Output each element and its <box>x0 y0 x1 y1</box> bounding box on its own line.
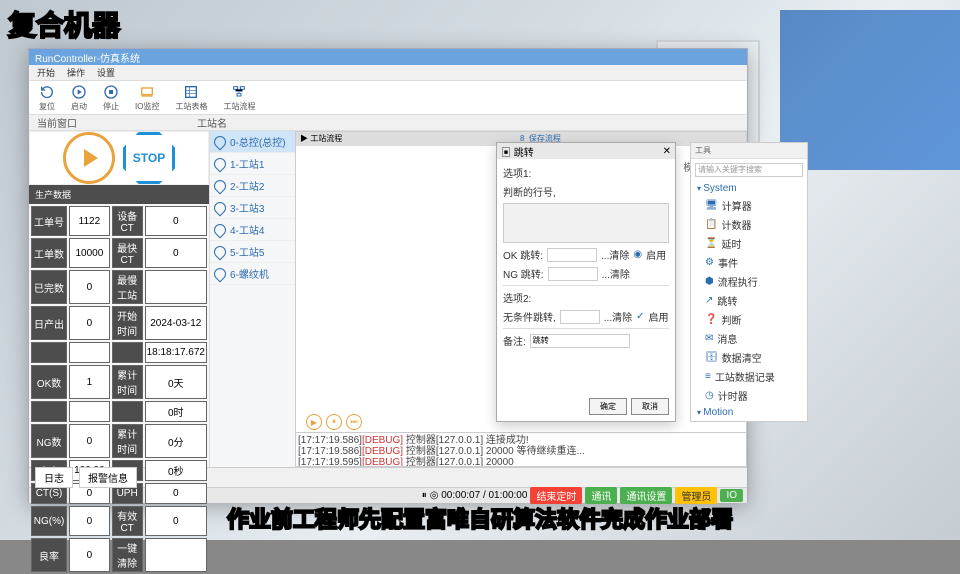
palette-item[interactable]: 📋计数器 <box>691 215 807 234</box>
palette-group-system[interactable]: ▾ System <box>691 181 807 196</box>
palette-item[interactable]: 🗄数据清空 <box>691 348 807 367</box>
tb-stop[interactable]: 停止 <box>99 82 123 114</box>
pin-icon <box>212 177 229 194</box>
palette-item[interactable]: ↗跳转 <box>691 291 807 310</box>
pin-icon <box>212 199 229 216</box>
station-item[interactable]: 5-工站5 <box>210 241 295 263</box>
palette-item[interactable]: ≡工站数据记录 <box>691 367 807 386</box>
palette-group-motion[interactable]: ▾ Motion <box>691 405 807 420</box>
palette-item[interactable]: 🖥计算器 <box>691 196 807 215</box>
ng-clear[interactable]: ...清除 <box>602 266 630 281</box>
stats-header: 生产数据 <box>29 185 209 204</box>
stats-table: 工单号1122设备CT0工单数10000最快CT0已完数0最慢工站日产出0开始时… <box>29 204 209 574</box>
station-item[interactable]: 2-工站2 <box>210 175 295 197</box>
station-item[interactable]: 3-工站3 <box>210 197 295 219</box>
timer2-icon: ◷ <box>705 390 714 401</box>
palette-item[interactable]: ◷计时器 <box>691 386 807 405</box>
station-list: 0-总控(总控)1-工站12-工站23-工站34-工站45-工站56-螺纹机 <box>209 131 295 467</box>
station-item[interactable]: 0-总控(总控) <box>210 131 295 153</box>
palette-search[interactable]: 请输入关键字搜索 <box>695 163 803 177</box>
video-title-overlay: 复合机器 <box>8 4 120 44</box>
palette-item[interactable]: ⬢流程执行 <box>691 272 807 291</box>
station-item[interactable]: 1-工站1 <box>210 153 295 175</box>
palette-item[interactable]: ✉消息 <box>691 329 807 348</box>
menu-start[interactable]: 开始 <box>37 66 55 79</box>
uncond-clear[interactable]: ...清除 <box>604 309 632 324</box>
play-button[interactable] <box>63 132 115 184</box>
exec-icon: ⬢ <box>705 276 714 287</box>
event-icon: ⚙ <box>705 257 714 268</box>
pin-icon <box>212 265 229 282</box>
tool-palette: 工具 请输入关键字搜索 ▾ System 🖥计算器📋计数器⏳延时⚙事件⬢流程执行… <box>690 142 808 422</box>
note-input[interactable] <box>530 334 630 348</box>
jump-dialog: ▣ 跳转✕ 选项1: 判断的行号, OK 跳转:...清除◉ 启用 NG 跳转:… <box>496 142 676 422</box>
dialog-rows-input[interactable] <box>503 203 669 243</box>
station-item[interactable]: 6-螺纹机 <box>210 263 295 285</box>
pin-icon <box>212 155 229 172</box>
ng-jump-input[interactable] <box>548 267 598 281</box>
tb-io-monitor[interactable]: IO监控 <box>131 82 163 114</box>
pin-icon <box>212 133 229 150</box>
bottom-tabs: 日志 报警信息 <box>29 467 747 487</box>
video-subtitle-overlay: 作业前工程师先配置富唯自研算法软件完成作业部署 <box>227 502 733 534</box>
ok-jump-input[interactable] <box>547 248 597 262</box>
status-time: ◎ 00:00:07 / 01:00:00 <box>430 490 528 501</box>
chip-io[interactable]: IO <box>720 489 743 502</box>
stop-button[interactable]: STOP <box>123 132 175 184</box>
menu-operate[interactable]: 操作 <box>67 66 85 79</box>
dialog-cancel-button[interactable]: 取消 <box>631 398 669 415</box>
dialog-title: ▣ 跳转 <box>501 144 534 159</box>
palette-header: 工具 <box>691 143 807 159</box>
uncond-input[interactable] <box>560 310 600 324</box>
flow-step-icon[interactable]: ⏭ <box>346 414 362 430</box>
sub-toolbar: 当前窗口 工站名 <box>29 115 747 131</box>
palette-item[interactable]: ⚙事件 <box>691 253 807 272</box>
pause-icon[interactable]: ⏸ <box>422 490 427 501</box>
flow-pause-icon[interactable]: ⏸ <box>326 414 342 430</box>
tb-station-flow[interactable]: 工站流程 <box>219 82 259 114</box>
msg-icon: ✉ <box>705 333 713 344</box>
toolbar: 复位 启动 停止 IO监控 工站表格 工站流程 <box>29 81 747 115</box>
pin-icon <box>212 221 229 238</box>
station-item[interactable]: 4-工站4 <box>210 219 295 241</box>
dialog-close-icon[interactable]: ✕ <box>663 146 671 157</box>
jump-icon: ↗ <box>705 295 713 306</box>
tab-log[interactable]: 日志 <box>35 467 73 488</box>
record-icon: ≡ <box>705 371 711 382</box>
flow-play-icon[interactable]: ▶ <box>306 414 322 430</box>
counter-icon: 📋 <box>705 219 717 230</box>
pin-icon <box>212 243 229 260</box>
judge-icon: ❓ <box>705 314 717 325</box>
dialog-confirm-button[interactable]: 确定 <box>589 398 627 415</box>
menu-settings[interactable]: 设置 <box>97 66 115 79</box>
data-icon: 🗄 <box>705 352 718 363</box>
ok-clear[interactable]: ...清除 <box>601 247 629 262</box>
palette-item[interactable]: ⏳延时 <box>691 234 807 253</box>
timer-icon: ⏳ <box>705 238 717 249</box>
tb-reset[interactable]: 复位 <box>35 82 59 114</box>
calc-icon: 🖥 <box>705 200 718 211</box>
log-panel: [17:17:19.586][DEBUG] 控制器[127.0.0.1] 连接成… <box>296 432 746 466</box>
palette-item[interactable]: ❓判断 <box>691 310 807 329</box>
window-titlebar[interactable]: RunController-仿真系统 <box>29 49 747 65</box>
tb-start[interactable]: 启动 <box>67 82 91 114</box>
tab-alarm[interactable]: 报警信息 <box>79 467 137 488</box>
app-window: RunController-仿真系统 开始 操作 设置 复位 启动 停止 IO监… <box>28 48 748 503</box>
menubar: 开始 操作 设置 <box>29 65 747 81</box>
tb-station-table[interactable]: 工站表格 <box>171 82 211 114</box>
